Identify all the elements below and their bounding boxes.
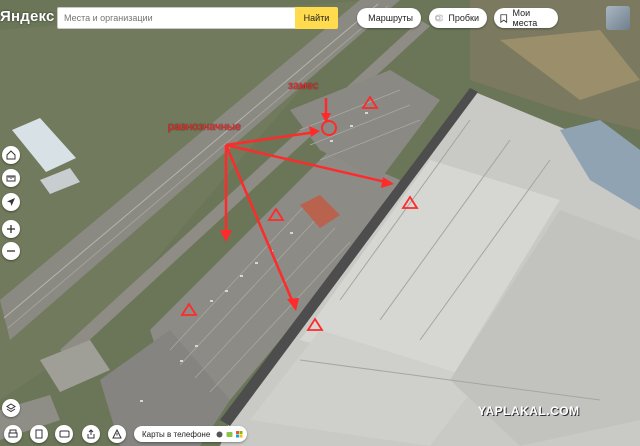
location-arrow-icon: [7, 198, 15, 206]
bookmark-icon: [500, 13, 508, 23]
os-icons: [216, 430, 243, 438]
satellite-map[interactable]: [0, 0, 640, 446]
zoom-in-button[interactable]: [2, 220, 20, 238]
ruler-button[interactable]: [2, 169, 20, 187]
share-icon: [87, 429, 95, 439]
annotation-equivalent-label: равнозначные: [168, 121, 241, 133]
search-button[interactable]: Найти: [295, 7, 338, 29]
panorama-icon: [59, 430, 69, 438]
ruler-icon: [6, 175, 16, 182]
home-button[interactable]: [2, 146, 20, 164]
ruler-bottom-icon: [35, 429, 43, 439]
warning-icon: [112, 429, 122, 439]
layers-button[interactable]: [2, 399, 20, 417]
feedback-button[interactable]: [108, 425, 126, 443]
android-icon: [226, 432, 233, 437]
apple-icon: [216, 431, 223, 438]
user-avatar[interactable]: [606, 6, 630, 30]
top-bar: Яндекс Найти Маршруты Пробки Мои места: [0, 0, 640, 36]
zoom-in-icon: [7, 225, 15, 233]
watermark: YAPLAKAL.COM: [478, 404, 580, 418]
ruler-bottom-button[interactable]: [30, 425, 48, 443]
annotation-entrance-label: замес: [288, 80, 319, 92]
print-button[interactable]: [4, 425, 22, 443]
routes-label: Маршруты: [368, 13, 413, 23]
zoom-out-button[interactable]: [2, 242, 20, 260]
panorama-button[interactable]: [55, 425, 73, 443]
location-button[interactable]: [2, 193, 20, 211]
traffic-button[interactable]: Пробки: [429, 8, 487, 28]
home-icon: [6, 150, 16, 160]
traffic-label: Пробки: [448, 13, 479, 23]
zoom-out-icon: [7, 250, 15, 252]
share-button[interactable]: [82, 425, 100, 443]
yandex-logo[interactable]: Яндекс: [0, 8, 55, 25]
my-places-label: Мои места: [512, 8, 538, 28]
windows-icon: [236, 431, 243, 438]
layers-icon: [6, 403, 16, 413]
print-icon: [8, 429, 18, 438]
search-box[interactable]: [57, 7, 296, 29]
maps-in-phone-label: Карты в телефоне: [142, 429, 211, 439]
maps-in-phone-button[interactable]: Карты в телефоне: [134, 426, 247, 442]
search-input[interactable]: [58, 8, 295, 28]
routes-button[interactable]: Маршруты: [357, 8, 421, 28]
my-places-button[interactable]: Мои места: [494, 8, 558, 28]
traffic-icon: [435, 14, 444, 22]
